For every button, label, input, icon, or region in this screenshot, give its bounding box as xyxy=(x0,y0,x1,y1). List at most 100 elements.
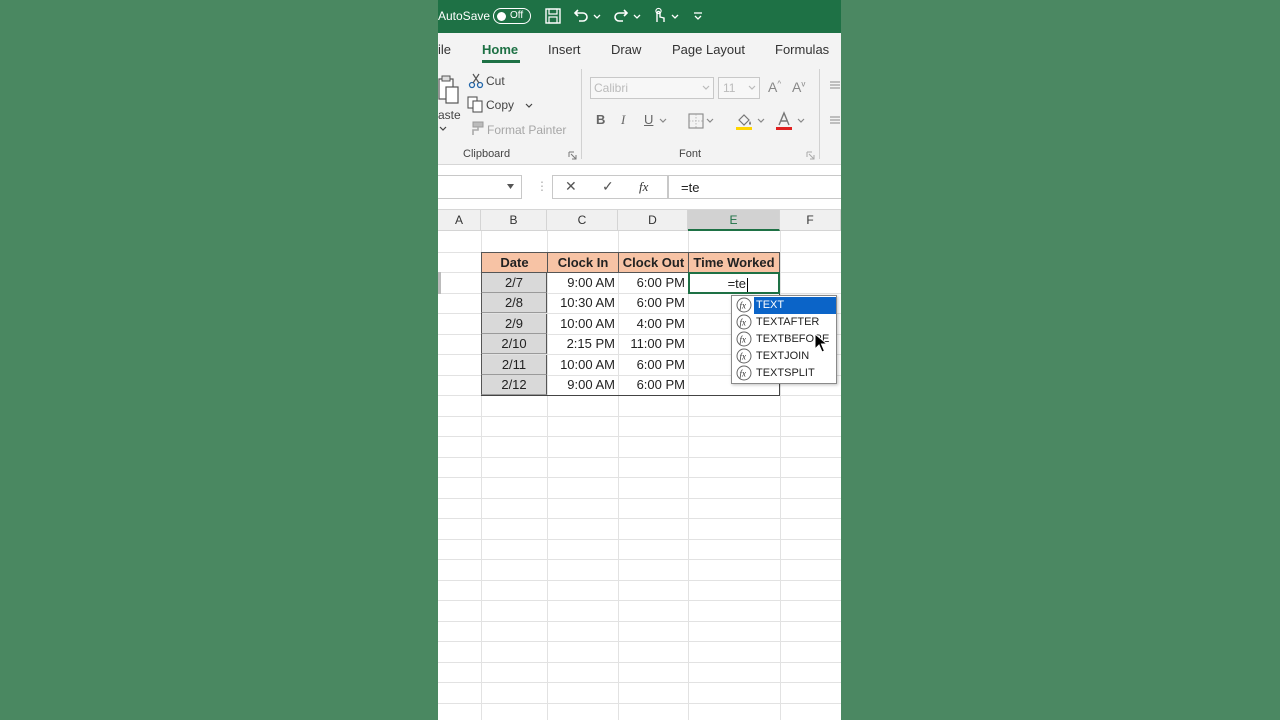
clock-out-cell[interactable]: 11:00 PM xyxy=(618,334,688,354)
function-icon: fx xyxy=(736,331,752,347)
font-color-dropdown-icon[interactable] xyxy=(797,118,805,124)
fill-color-dropdown-icon[interactable] xyxy=(757,118,765,124)
column-header-d[interactable]: D xyxy=(618,210,688,231)
fill-color-icon[interactable] xyxy=(735,111,753,131)
clock-in-cell[interactable]: 9:00 AM xyxy=(547,375,618,395)
paste-dropdown-icon[interactable] xyxy=(439,126,447,132)
clock-out-cell[interactable]: 4:00 PM xyxy=(618,314,688,334)
formula-bar: ⋮ ✕ ✓ fx =te xyxy=(438,166,841,210)
underline-dropdown-icon[interactable] xyxy=(659,118,667,124)
header-cell-time-worked[interactable]: Time Worked xyxy=(688,252,780,273)
font-size-select[interactable]: 11 xyxy=(718,77,760,99)
group-separator xyxy=(819,69,820,159)
italic-button[interactable]: I xyxy=(621,112,625,128)
column-header-c[interactable]: C xyxy=(547,210,618,231)
worksheet-grid: A B C D E F Date Clock In Clock Out Time… xyxy=(438,210,841,720)
header-cell-clock-out[interactable]: Clock Out xyxy=(618,252,689,273)
formula-input[interactable]: =te xyxy=(668,175,841,199)
borders-dropdown-icon[interactable] xyxy=(706,118,714,124)
chevron-down-icon xyxy=(748,85,756,90)
clipboard-launcher-icon[interactable] xyxy=(568,151,577,160)
clock-in-cell[interactable]: 10:00 AM xyxy=(547,355,618,375)
redo-dropdown-icon[interactable] xyxy=(632,7,642,25)
svg-text:fx: fx xyxy=(740,335,747,345)
font-launcher-icon[interactable] xyxy=(806,151,815,160)
paste-icon[interactable] xyxy=(438,75,460,107)
touch-mode-icon[interactable] xyxy=(650,7,668,25)
scissors-icon[interactable] xyxy=(468,73,484,89)
autocomplete-item-textafter[interactable]: fx TEXTAFTER xyxy=(734,314,836,331)
date-cell[interactable]: 2/9 xyxy=(481,314,547,334)
clock-out-cell[interactable]: 6:00 PM xyxy=(618,355,688,375)
borders-icon[interactable] xyxy=(688,113,704,129)
tab-file[interactable]: ile xyxy=(438,42,451,57)
header-cell-date[interactable]: Date xyxy=(481,252,548,273)
font-color-icon[interactable] xyxy=(775,111,793,131)
touch-dropdown-icon[interactable] xyxy=(670,7,680,25)
tab-draw[interactable]: Draw xyxy=(611,42,641,57)
grid-line xyxy=(438,416,841,417)
grid-line xyxy=(438,518,841,519)
copy-icon[interactable] xyxy=(467,96,484,113)
date-cell[interactable]: 2/7 xyxy=(481,273,547,293)
tab-page-layout[interactable]: Page Layout xyxy=(672,42,745,57)
clock-out-cell[interactable]: 6:00 PM xyxy=(618,273,688,293)
date-cell[interactable]: 2/11 xyxy=(481,355,547,375)
enter-formula-button[interactable]: ✓ xyxy=(602,178,614,195)
autocomplete-item-label: TEXTSPLIT xyxy=(756,367,815,379)
grid-line xyxy=(438,559,841,560)
increase-font-icon[interactable]: A^ xyxy=(768,79,781,95)
header-cell-clock-in[interactable]: Clock In xyxy=(547,252,619,273)
cancel-formula-button[interactable]: ✕ xyxy=(565,178,577,195)
active-tab-indicator xyxy=(482,60,520,63)
tab-home[interactable]: Home xyxy=(482,42,518,57)
autocomplete-item-textsplit[interactable]: fx TEXTSPLIT xyxy=(734,365,836,382)
column-header-f[interactable]: F xyxy=(780,210,841,231)
undo-icon[interactable] xyxy=(572,7,590,25)
mouse-pointer-icon xyxy=(814,333,828,353)
date-cell[interactable]: 2/12 xyxy=(481,375,547,395)
font-name-select[interactable]: Calibri xyxy=(590,77,714,99)
clock-in-cell[interactable]: 9:00 AM xyxy=(547,273,618,293)
cut-button[interactable]: Cut xyxy=(486,74,505,88)
formula-actions: ✕ ✓ fx xyxy=(552,175,668,199)
function-icon: fx xyxy=(736,297,752,313)
copy-dropdown-icon[interactable] xyxy=(525,103,533,109)
autosave-toggle[interactable]: Off xyxy=(493,8,531,24)
customize-toolbar-icon[interactable] xyxy=(692,7,704,25)
row-header-indicator xyxy=(438,272,441,294)
format-painter-icon[interactable] xyxy=(469,121,485,137)
underline-button[interactable]: U xyxy=(644,112,653,127)
undo-dropdown-icon[interactable] xyxy=(592,7,602,25)
save-icon[interactable] xyxy=(544,7,562,25)
redo-icon[interactable] xyxy=(612,7,630,25)
align-top-icon[interactable] xyxy=(829,79,841,91)
text-caret xyxy=(747,277,748,292)
date-cell[interactable]: 2/10 xyxy=(481,334,547,354)
paste-label[interactable]: aste xyxy=(438,108,461,122)
tab-insert[interactable]: Insert xyxy=(548,42,581,57)
clock-in-cell[interactable]: 2:15 PM xyxy=(547,334,618,354)
clock-out-cell[interactable]: 6:00 PM xyxy=(618,375,688,395)
bold-button[interactable]: B xyxy=(596,112,605,127)
insert-function-button[interactable]: fx xyxy=(639,179,648,195)
clock-out-cell[interactable]: 6:00 PM xyxy=(618,293,688,313)
column-header-a[interactable]: A xyxy=(438,210,481,231)
align-left-icon[interactable] xyxy=(829,114,841,126)
autocomplete-item-label: TEXT xyxy=(754,297,836,314)
name-box[interactable] xyxy=(438,175,522,199)
copy-button[interactable]: Copy xyxy=(486,98,514,112)
format-painter-button[interactable]: Format Painter xyxy=(487,123,566,137)
column-header-b[interactable]: B xyxy=(481,210,547,231)
clock-in-cell[interactable]: 10:30 AM xyxy=(547,293,618,313)
decrease-font-icon[interactable]: Av xyxy=(792,79,805,95)
date-cell[interactable]: 2/8 xyxy=(481,293,547,313)
function-icon: fx xyxy=(736,314,752,330)
autocomplete-item-text[interactable]: fx TEXT xyxy=(734,297,836,314)
grid-line xyxy=(438,580,841,581)
clock-in-cell[interactable]: 10:00 AM xyxy=(547,314,618,334)
grid-line xyxy=(438,682,841,683)
column-header-e[interactable]: E xyxy=(688,210,780,231)
active-cell[interactable]: =te xyxy=(688,272,780,294)
tab-formulas[interactable]: Formulas xyxy=(775,42,829,57)
